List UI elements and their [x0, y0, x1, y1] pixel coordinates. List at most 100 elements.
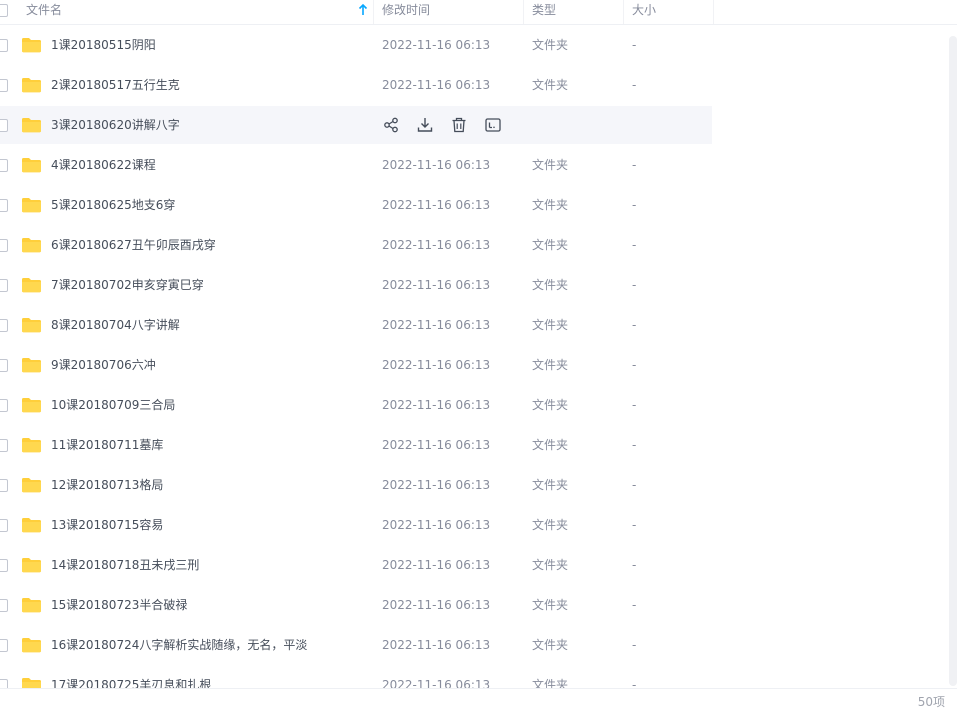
file-name[interactable]: 5课20180625地支6穿 — [51, 186, 175, 224]
file-name[interactable]: 16课20180724八字解析实战随缘，无名，平淡 — [51, 626, 307, 664]
file-row[interactable]: 4课20180622课程 2022-11-16 06:13 文件夹 - — [0, 146, 712, 184]
file-type: 文件夹 — [532, 198, 569, 212]
column-header-date[interactable]: 修改时间 — [374, 0, 524, 24]
row-checkbox[interactable] — [0, 159, 8, 172]
row-checkbox[interactable] — [0, 439, 8, 452]
share-icon[interactable] — [382, 116, 400, 134]
file-name[interactable]: 15课20180723半合破禄 — [51, 586, 187, 624]
modified-time: 2022-11-16 06:13 — [382, 478, 491, 492]
row-checkbox[interactable] — [0, 519, 8, 532]
more-icon[interactable] — [484, 116, 502, 134]
folder-icon — [21, 397, 42, 413]
arrow-up-icon[interactable] — [358, 3, 368, 17]
row-checkbox[interactable] — [0, 559, 8, 572]
file-type: 文件夹 — [532, 558, 569, 572]
file-size: - — [632, 678, 637, 688]
file-type: 文件夹 — [532, 638, 569, 652]
file-name[interactable]: 11课20180711墓库 — [51, 426, 163, 464]
folder-icon — [21, 197, 42, 213]
file-size: - — [632, 78, 637, 92]
file-row[interactable]: 16课20180724八字解析实战随缘，无名，平淡 2022-11-16 06:1… — [0, 626, 712, 664]
row-checkbox[interactable] — [0, 239, 8, 252]
file-type: 文件夹 — [532, 158, 569, 172]
delete-icon[interactable] — [450, 116, 468, 134]
row-checkbox[interactable] — [0, 399, 8, 412]
file-name[interactable]: 6课20180627丑午卯辰酉戌穿 — [51, 226, 216, 264]
folder-icon — [21, 517, 42, 533]
file-row[interactable]: 6课20180627丑午卯辰酉戌穿 2022-11-16 06:13 文件夹 - — [0, 226, 712, 264]
folder-icon — [21, 597, 42, 613]
file-name[interactable]: 3课20180620讲解八字 — [51, 106, 180, 144]
row-checkbox[interactable] — [0, 39, 8, 52]
modified-time: 2022-11-16 06:13 — [382, 78, 491, 92]
file-name[interactable]: 1课20180515阴阳 — [51, 26, 156, 64]
file-size: - — [632, 38, 637, 52]
download-icon[interactable] — [416, 116, 434, 134]
file-row[interactable]: 13课20180715容易 2022-11-16 06:13 文件夹 - — [0, 506, 712, 544]
column-header-type[interactable]: 类型 — [524, 0, 624, 24]
file-type: 文件夹 — [532, 398, 569, 412]
file-type: 文件夹 — [532, 518, 569, 532]
item-count: 50项 — [917, 695, 945, 709]
file-name[interactable]: 7课20180702申亥穿寅巳穿 — [51, 266, 204, 304]
file-size: - — [632, 638, 637, 652]
file-name[interactable]: 2课20180517五行生克 — [51, 66, 180, 104]
file-row[interactable]: 7课20180702申亥穿寅巳穿 2022-11-16 06:13 文件夹 - — [0, 266, 712, 304]
column-header-size[interactable]: 大小 — [624, 0, 714, 24]
row-checkbox[interactable] — [0, 479, 8, 492]
column-header-date-label: 修改时间 — [382, 3, 431, 17]
file-size: - — [632, 598, 637, 612]
select-all-checkbox[interactable] — [0, 4, 8, 17]
file-name[interactable]: 12课20180713格局 — [51, 466, 163, 504]
file-row[interactable]: 8课20180704八字讲解 2022-11-16 06:13 文件夹 - — [0, 306, 712, 344]
folder-icon — [21, 237, 42, 253]
row-checkbox[interactable] — [0, 679, 8, 688]
file-row[interactable]: 10课20180709三合局 2022-11-16 06:13 文件夹 - — [0, 386, 712, 424]
row-checkbox[interactable] — [0, 319, 8, 332]
column-header-name-label: 文件名 — [26, 3, 63, 17]
file-row[interactable]: 14课20180718丑未戌三刑 2022-11-16 06:13 文件夹 - — [0, 546, 712, 584]
row-checkbox[interactable] — [0, 599, 8, 612]
file-type: 文件夹 — [532, 38, 569, 52]
row-checkbox[interactable] — [0, 359, 8, 372]
folder-icon — [21, 317, 42, 333]
file-row[interactable]: 1课20180515阴阳 2022-11-16 06:13 文件夹 - — [0, 26, 712, 64]
row-checkbox[interactable] — [0, 199, 8, 212]
file-name[interactable]: 9课20180706六冲 — [51, 346, 156, 384]
row-checkbox[interactable] — [0, 79, 8, 92]
file-name[interactable]: 13课20180715容易 — [51, 506, 163, 544]
folder-icon — [21, 437, 42, 453]
vertical-scrollbar[interactable] — [949, 36, 957, 686]
modified-time: 2022-11-16 06:13 — [382, 278, 491, 292]
file-row[interactable]: 3课20180620讲解八字 — [0, 106, 712, 144]
modified-time: 2022-11-16 06:13 — [382, 398, 491, 412]
file-name[interactable]: 17课20180725羊刃息和扎根 — [51, 666, 211, 688]
row-checkbox[interactable] — [0, 119, 8, 132]
file-row[interactable]: 17课20180725羊刃息和扎根 2022-11-16 06:13 文件夹 - — [0, 666, 712, 688]
file-row[interactable]: 2课20180517五行生克 2022-11-16 06:13 文件夹 - — [0, 66, 712, 104]
modified-time: 2022-11-16 06:13 — [382, 678, 491, 688]
file-row[interactable]: 12课20180713格局 2022-11-16 06:13 文件夹 - — [0, 466, 712, 504]
file-type: 文件夹 — [532, 238, 569, 252]
file-size: - — [632, 198, 637, 212]
file-row[interactable]: 15课20180723半合破禄 2022-11-16 06:13 文件夹 - — [0, 586, 712, 624]
column-header-name[interactable]: 文件名 — [0, 0, 374, 24]
row-checkbox[interactable] — [0, 639, 8, 652]
file-name[interactable]: 8课20180704八字讲解 — [51, 306, 180, 344]
file-row[interactable]: 9课20180706六冲 2022-11-16 06:13 文件夹 - — [0, 346, 712, 384]
folder-icon — [21, 357, 42, 373]
file-list: 1课20180515阴阳 2022-11-16 06:13 文件夹 - 2课201805… — [0, 25, 957, 688]
folder-icon — [21, 557, 42, 573]
file-name[interactable]: 10课20180709三合局 — [51, 386, 175, 424]
file-size: - — [632, 158, 637, 172]
file-name[interactable]: 14课20180718丑未戌三刑 — [51, 546, 199, 584]
row-checkbox[interactable] — [0, 279, 8, 292]
folder-icon — [21, 157, 42, 173]
file-name[interactable]: 4课20180622课程 — [51, 146, 156, 184]
file-size: - — [632, 478, 637, 492]
file-row[interactable]: 5课20180625地支6穿 2022-11-16 06:13 文件夹 - — [0, 186, 712, 224]
file-row[interactable]: 11课20180711墓库 2022-11-16 06:13 文件夹 - — [0, 426, 712, 464]
modified-time: 2022-11-16 06:13 — [382, 158, 491, 172]
modified-time: 2022-11-16 06:13 — [382, 38, 491, 52]
file-size: - — [632, 398, 637, 412]
